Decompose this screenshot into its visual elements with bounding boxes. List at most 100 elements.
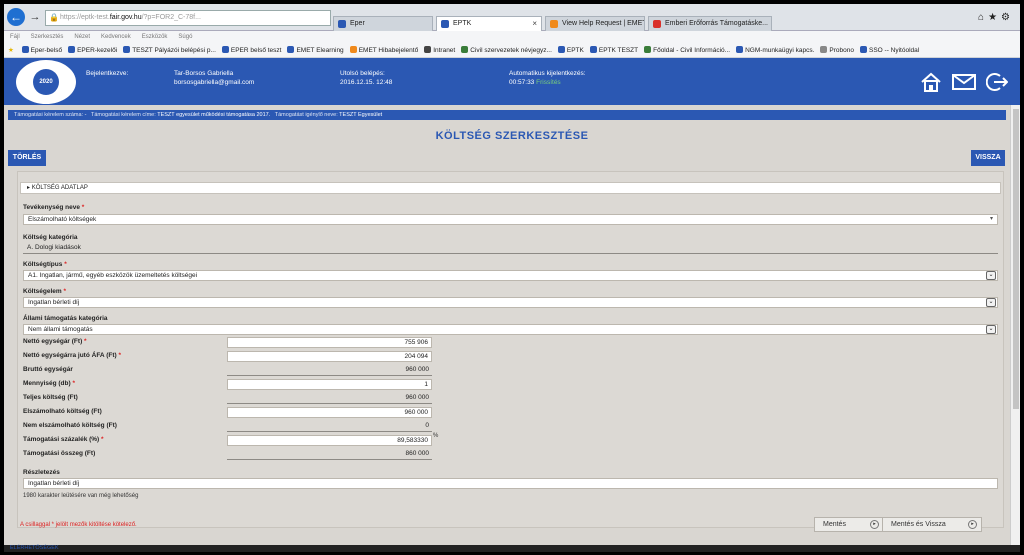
refresh-link[interactable]: Frissítés bbox=[536, 79, 561, 86]
favorite-icon bbox=[287, 46, 295, 53]
amount-field[interactable]: 89,583330 bbox=[227, 435, 432, 446]
page-content: Támogatási kérelem száma: - Támogatási k… bbox=[4, 105, 1020, 545]
amount-label: Mennyiség (db) * bbox=[23, 380, 76, 387]
favorite-link[interactable]: Intranet bbox=[424, 43, 455, 57]
browser-tab[interactable]: Emberi Erőforrás Támogatáske... bbox=[648, 16, 772, 31]
favorite-link[interactable]: NGM-munkaügyi kapcs. bbox=[736, 43, 814, 57]
menu-item[interactable]: Fájl bbox=[10, 34, 20, 40]
cost-type-label: Költségtípus * bbox=[23, 261, 67, 268]
favorites-bar: ★ Eper-belső EPER-kezelői TESZT Pályázói b… bbox=[4, 43, 1020, 58]
chevron-down-icon: ⌄ bbox=[986, 298, 996, 307]
circle-arrow-icon: ▸ bbox=[968, 520, 977, 529]
save-button[interactable]: Mentés ▸ bbox=[814, 517, 884, 532]
browser-tab[interactable]: EPTK × bbox=[436, 16, 542, 31]
address-bar[interactable]: 🔒 https://eptk-test.fair.gov.hu/?p=FOR2_C… bbox=[45, 10, 331, 26]
favorite-icon bbox=[68, 46, 76, 53]
browser-tab[interactable]: Eper bbox=[333, 16, 433, 31]
cost-category-label: Költség kategória bbox=[23, 234, 78, 241]
amount-label: Nem elszámolható költség (Ft) bbox=[23, 422, 117, 429]
favorite-icon bbox=[589, 46, 597, 53]
tab-favicon-icon bbox=[653, 20, 661, 28]
circle-arrow-icon: ▸ bbox=[870, 520, 879, 529]
amount-field[interactable]: 755 906 bbox=[227, 337, 432, 348]
favorite-link[interactable]: Főoldal - Civil Információ... bbox=[644, 43, 730, 57]
browser-window: ← → 🔒 https://eptk-test.fair.gov.hu/?p=FO… bbox=[4, 4, 1020, 552]
chevron-down-icon: ▾ bbox=[989, 216, 993, 222]
home-icon[interactable]: ⌂ bbox=[978, 12, 988, 23]
footer-contacts-link[interactable]: ELÉRHETŐSÉGEK bbox=[4, 545, 1020, 552]
favorite-link[interactable]: Eper-belső bbox=[21, 43, 62, 57]
favorite-icon bbox=[21, 46, 29, 53]
cost-item-select[interactable]: Ingatlan bérleti díj ⌄ bbox=[23, 297, 998, 308]
amount-field: 0 bbox=[227, 421, 432, 432]
tab-favicon-icon bbox=[441, 20, 449, 28]
tab-label: EPTK bbox=[453, 20, 472, 27]
amount-label: Teljes költség (Ft) bbox=[23, 394, 78, 401]
favorite-link[interactable]: EPER-kezelői bbox=[68, 43, 117, 57]
forward-arrow-icon[interactable]: → bbox=[28, 10, 42, 24]
favorite-link[interactable]: EPTK TESZT bbox=[589, 43, 638, 57]
scrollbar-thumb[interactable] bbox=[1013, 109, 1019, 409]
delete-button[interactable]: TÖRLÉS bbox=[8, 150, 46, 166]
page-scrollbar[interactable] bbox=[1010, 105, 1020, 545]
favorite-icon bbox=[557, 46, 565, 53]
logout-icon[interactable] bbox=[985, 72, 1009, 92]
amount-field[interactable]: 960 000 bbox=[227, 407, 432, 418]
browser-tab[interactable]: View Help Request | EMET IT H... bbox=[545, 16, 645, 31]
favorite-icon bbox=[123, 46, 131, 53]
tab-label: Emberi Erőforrás Támogatáske... bbox=[665, 20, 768, 27]
favorite-link[interactable]: TESZT Pályázói belépési p... bbox=[123, 43, 216, 57]
menu-item[interactable]: Szerkesztés bbox=[31, 34, 64, 40]
menu-item[interactable]: Eszközök bbox=[142, 34, 168, 40]
tab-favicon-icon bbox=[550, 20, 558, 28]
activity-select[interactable]: Elszámolható költségek ▾ bbox=[23, 214, 998, 225]
favorite-icon bbox=[424, 46, 432, 53]
amount-field[interactable]: 1 bbox=[227, 379, 432, 390]
menu-item[interactable]: Nézet bbox=[74, 34, 90, 40]
logged-in-label: Bejelentkezve: bbox=[86, 70, 129, 77]
amount-field[interactable]: 204 094 bbox=[227, 351, 432, 362]
amount-label: Támogatási százalék (%) * bbox=[23, 436, 104, 443]
favorite-icon bbox=[644, 46, 652, 53]
close-tab-icon[interactable]: × bbox=[532, 17, 537, 30]
window-icons: ⌂★⚙ bbox=[978, 12, 1014, 23]
settings-gear-icon[interactable]: ⚙ bbox=[1001, 12, 1014, 23]
menu-item[interactable]: Kedvencek bbox=[101, 34, 131, 40]
tab-favicon-icon bbox=[338, 20, 346, 28]
details-label: Részletezés bbox=[23, 469, 60, 476]
last-login-label: Utolsó belépés: bbox=[340, 70, 385, 77]
state-aid-label: Állami támogatás kategória bbox=[23, 315, 108, 322]
favorite-link[interactable]: Civil szervezetek névjegyz... bbox=[461, 43, 552, 57]
required-fields-note: A csillaggal * jelölt mezők kitöltése kö… bbox=[20, 522, 137, 528]
mail-icon[interactable] bbox=[952, 72, 976, 92]
szechenyi-2020-logo[interactable]: 2020 bbox=[16, 60, 76, 104]
favorites-star-icon[interactable]: ★ bbox=[988, 12, 1001, 23]
amount-label: Támogatási összeg (Ft) bbox=[23, 450, 96, 457]
save-and-back-button[interactable]: Mentés és Vissza ▸ bbox=[882, 517, 982, 532]
favorite-icon bbox=[820, 46, 828, 53]
app-header: 2020 Bejelentkezve: Tar-Borsos Gabriella… bbox=[4, 58, 1020, 105]
favorite-link[interactable]: SSO -- Nyitóoldal bbox=[860, 43, 919, 57]
auto-logout-label: Automatikus kijelentkezés: bbox=[509, 70, 586, 77]
tab-label: View Help Request | EMET IT H... bbox=[562, 20, 645, 27]
back-button[interactable]: VISSZA bbox=[971, 150, 1005, 166]
favorite-icon bbox=[736, 46, 744, 53]
cost-datasheet-toggle[interactable]: ▸ KÖLTSÉG ADATLAP bbox=[20, 182, 1001, 194]
caret-right-icon: ▸ bbox=[27, 185, 31, 191]
favorite-link[interactable]: EPTK bbox=[557, 43, 584, 57]
last-login-value: 2016.12.15. 12:48 bbox=[340, 79, 393, 86]
favorites-star-icon[interactable]: ★ bbox=[8, 43, 14, 57]
favorite-link[interactable]: EMET Hibabejelentő bbox=[349, 43, 418, 57]
cost-category-value: A. Dologi kiadások bbox=[23, 243, 998, 254]
cost-type-select[interactable]: A1. Ingatlan, jármű, egyéb eszközök üzem… bbox=[23, 270, 998, 281]
details-textarea[interactable]: Ingatlan bérleti díj bbox=[23, 478, 998, 489]
cost-item-label: Költségelem * bbox=[23, 288, 66, 295]
menu-item[interactable]: Súgó bbox=[178, 34, 192, 40]
favorite-link[interactable]: EMET Elearning bbox=[287, 43, 344, 57]
home-icon[interactable] bbox=[920, 72, 942, 92]
state-aid-select[interactable]: Nem állami támogatás ⌄ bbox=[23, 324, 998, 335]
favorite-link[interactable]: EPER belső teszt bbox=[221, 43, 281, 57]
required-marker: * bbox=[116, 352, 122, 359]
back-arrow-icon[interactable]: ← bbox=[7, 8, 25, 26]
favorite-link[interactable]: Probono bbox=[820, 43, 854, 57]
